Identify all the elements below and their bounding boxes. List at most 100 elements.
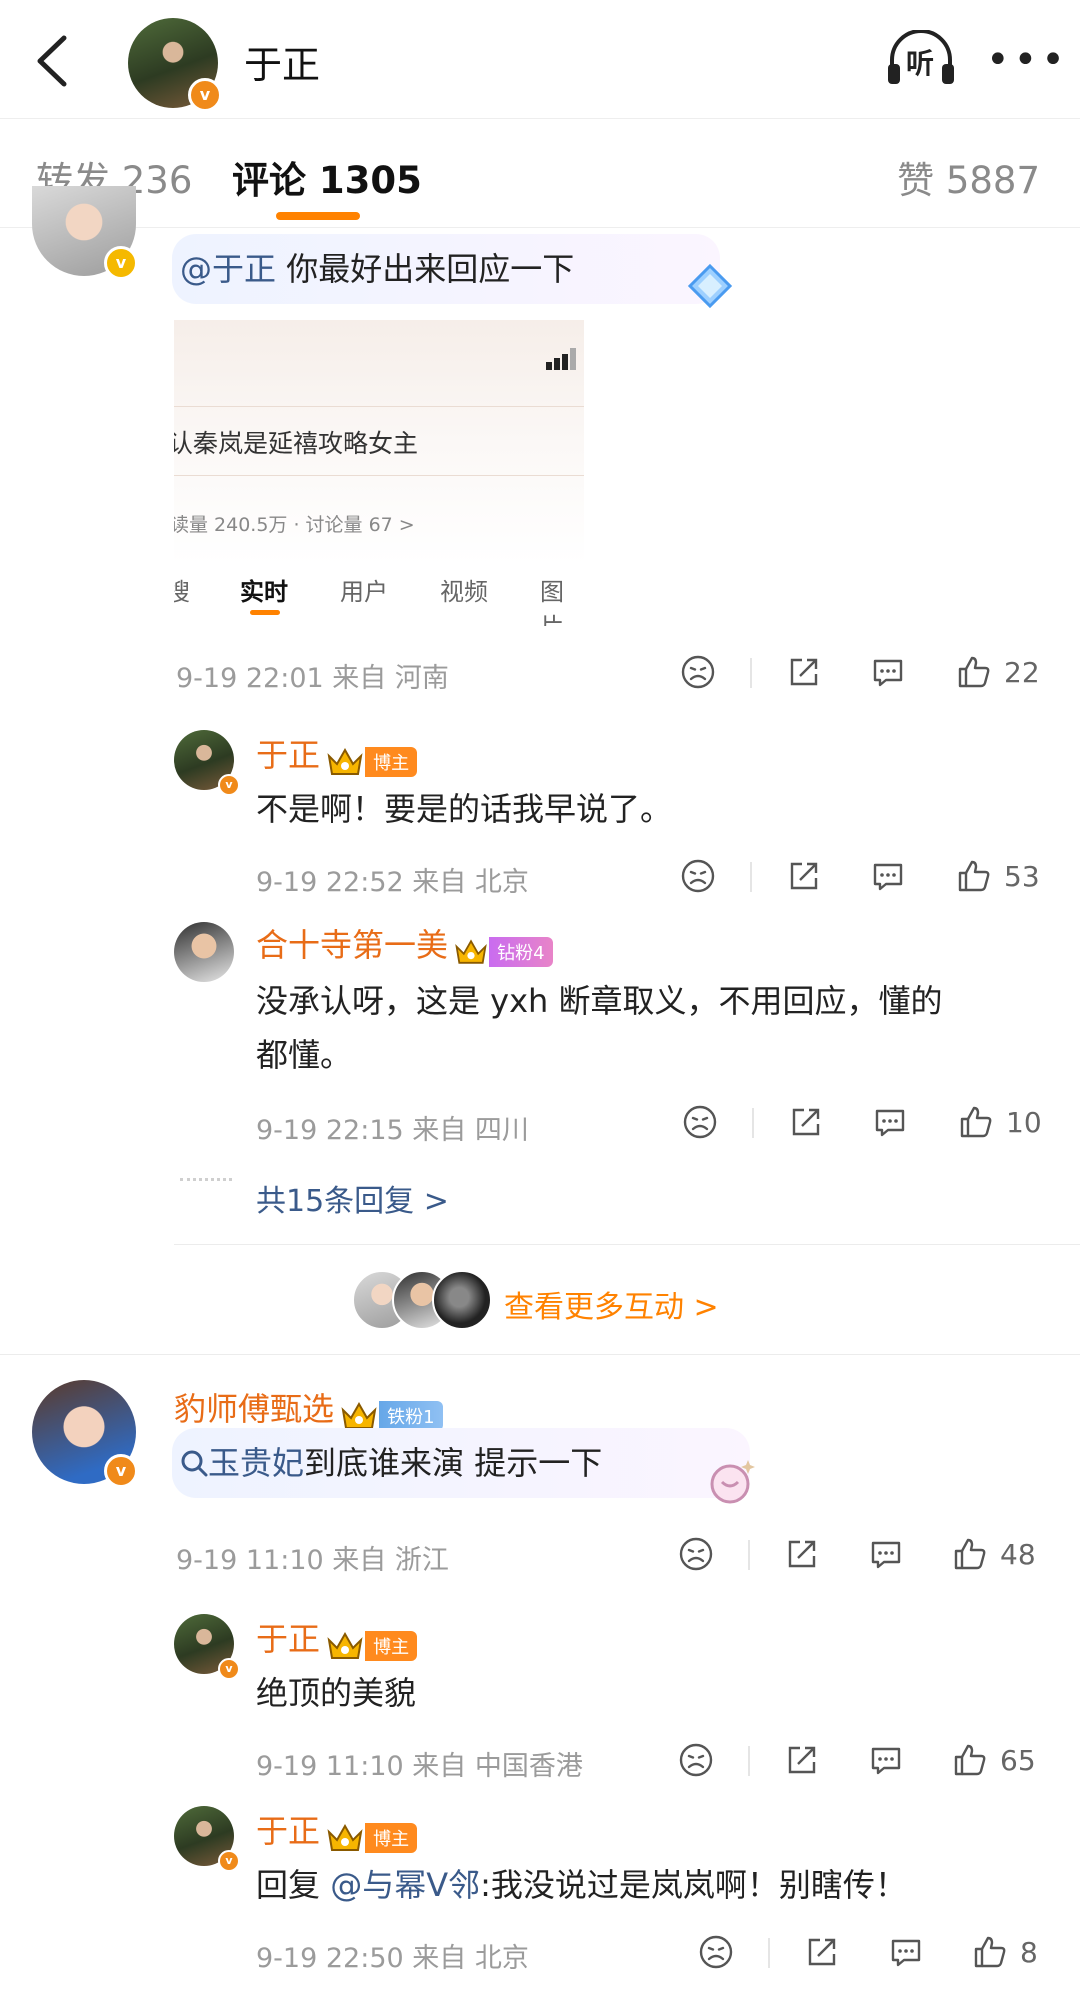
- reply-prefix: 回复: [256, 1866, 321, 1904]
- comment-icon: [870, 654, 906, 690]
- like-icon: [956, 858, 992, 894]
- reply-header: 合十寺第一美 钻粉4: [256, 920, 553, 967]
- mention-link[interactable]: @于正: [180, 250, 276, 288]
- dislike-icon: [680, 858, 716, 894]
- reply-meta: 9-19 11:10 来自 中国香港: [256, 1751, 583, 1782]
- tab-comment[interactable]: 评论 1305: [232, 150, 422, 204]
- chevron-left-icon: [37, 35, 67, 87]
- fan-tag: 铁粉1: [379, 1400, 443, 1431]
- image-tab: 搜: [174, 578, 190, 606]
- comment-actions: 22: [680, 654, 1050, 694]
- image-tab: 实时: [240, 578, 288, 606]
- dislike-button[interactable]: [698, 1934, 734, 1974]
- reply-button[interactable]: [870, 858, 906, 898]
- host-tag: 博主: [365, 746, 418, 777]
- dislike-button[interactable]: [680, 858, 716, 898]
- crown-icon: [339, 1400, 379, 1432]
- reply-actions: 65: [678, 1742, 1048, 1782]
- share-icon: [786, 858, 822, 894]
- like-button[interactable]: 10: [958, 1104, 1042, 1144]
- dislike-button[interactable]: [680, 654, 716, 694]
- comment-text: 到底谁来演 提示一下: [304, 1444, 603, 1482]
- reply-avatar[interactable]: v: [174, 1806, 240, 1872]
- reply-button[interactable]: [870, 654, 906, 694]
- reply-meta: 9-19 22:52 来自 北京: [256, 867, 529, 898]
- share-icon: [788, 1104, 824, 1140]
- verified-badge-icon: v: [104, 1454, 138, 1488]
- host-tag: 博主: [365, 1630, 418, 1661]
- like-button[interactable]: 53: [956, 858, 1040, 898]
- like-button[interactable]: 65: [952, 1742, 1036, 1782]
- more-replies-link[interactable]: 共15条回复 >: [256, 1176, 449, 1220]
- share-button[interactable]: [804, 1934, 840, 1974]
- comment-bubble: 玉贵妃到底谁来演 提示一下: [172, 1428, 750, 1498]
- comment-meta: 9-19 11:10 来自 浙江: [176, 1545, 449, 1576]
- reply-actions: 53: [680, 858, 1050, 898]
- reply-button[interactable]: [868, 1536, 904, 1576]
- reply-avatar[interactable]: v: [174, 730, 240, 796]
- reply-text: 没承认呀，这是 yxh 断章取义，不用回应，懂的 都懂。: [256, 982, 943, 1074]
- like-button[interactable]: 8: [972, 1934, 1038, 1974]
- more-button[interactable]: •••: [986, 40, 1069, 80]
- like-count: 22: [1004, 656, 1040, 689]
- reply-username[interactable]: 于正: [256, 736, 320, 774]
- back-button[interactable]: [28, 32, 80, 90]
- reply-username[interactable]: 合十寺第一美: [256, 926, 448, 964]
- share-button[interactable]: [786, 858, 822, 898]
- like-count: 8: [1020, 1936, 1038, 1969]
- listen-button[interactable]: 听: [884, 29, 958, 88]
- author-avatar[interactable]: v: [128, 18, 222, 112]
- reply-meta: 9-19 22:15 来自 四川: [256, 1115, 529, 1146]
- comment-icon: [872, 1104, 908, 1140]
- like-button[interactable]: 22: [956, 654, 1040, 694]
- share-button[interactable]: [786, 654, 822, 694]
- share-icon: [784, 1742, 820, 1778]
- like-count: 48: [1000, 1538, 1036, 1571]
- commenter-avatar[interactable]: v: [32, 1380, 138, 1488]
- reply-header: 于正 博主: [256, 730, 418, 778]
- commenter-avatar[interactable]: v: [32, 186, 138, 280]
- like-icon: [952, 1742, 988, 1778]
- reply-meta: 9-19 22:50 来自 北京: [256, 1943, 529, 1974]
- reply-actions: 8: [698, 1934, 1068, 1974]
- dislike-button[interactable]: [682, 1104, 718, 1144]
- image-stats: 读量 240.5万 · 讨论量 67 >: [174, 514, 415, 536]
- reply-header: 于正 博主: [256, 1614, 418, 1662]
- tab-like[interactable]: 赞 5887: [897, 150, 1040, 204]
- reply-button[interactable]: [868, 1742, 904, 1782]
- comment-image[interactable]: 认秦岚是延禧攻略女主 读量 240.5万 · 讨论量 67 > 搜 实时 用户 …: [174, 320, 584, 626]
- comment-text: 你最好出来回应一下: [276, 250, 575, 288]
- dotted-divider: [180, 1178, 232, 1181]
- share-icon: [786, 654, 822, 690]
- image-headline: 认秦岚是延禧攻略女主: [174, 429, 419, 458]
- comment-meta: 9-19 22:01 来自 河南: [176, 663, 449, 694]
- more-interactions-link[interactable]: 查看更多互动 >: [504, 1282, 719, 1326]
- mention-link[interactable]: @与幂V邻: [330, 1866, 480, 1904]
- crown-icon: [325, 746, 365, 778]
- dislike-button[interactable]: [678, 1536, 714, 1576]
- comment-actions: 48: [678, 1536, 1048, 1576]
- like-icon: [958, 1104, 994, 1140]
- listen-label: 听: [906, 47, 935, 80]
- verified-badge-icon: v: [218, 774, 240, 796]
- reply-username[interactable]: 于正: [256, 1620, 320, 1658]
- share-button[interactable]: [784, 1742, 820, 1782]
- like-icon: [956, 654, 992, 690]
- crown-icon: [325, 1630, 365, 1662]
- reply-avatar[interactable]: [174, 922, 234, 982]
- share-button[interactable]: [784, 1536, 820, 1576]
- reply-username[interactable]: 于正: [256, 1812, 320, 1850]
- cake-sticker-icon: [710, 1460, 755, 1504]
- like-button[interactable]: 48: [952, 1536, 1036, 1576]
- share-button[interactable]: [788, 1104, 824, 1144]
- reply-avatar[interactable]: v: [174, 1614, 240, 1680]
- search-topic-link[interactable]: 玉贵妃: [208, 1444, 304, 1482]
- share-icon: [784, 1536, 820, 1572]
- comment-icon: [868, 1536, 904, 1572]
- verified-badge-icon: v: [104, 246, 138, 280]
- reply-body: :我没说过是岚岚啊！别瞎传！: [480, 1866, 907, 1904]
- reply-button[interactable]: [872, 1104, 908, 1144]
- reply-button[interactable]: [888, 1934, 924, 1974]
- dislike-button[interactable]: [678, 1742, 714, 1782]
- commenter-username[interactable]: 豹师傅甄选: [174, 1390, 334, 1428]
